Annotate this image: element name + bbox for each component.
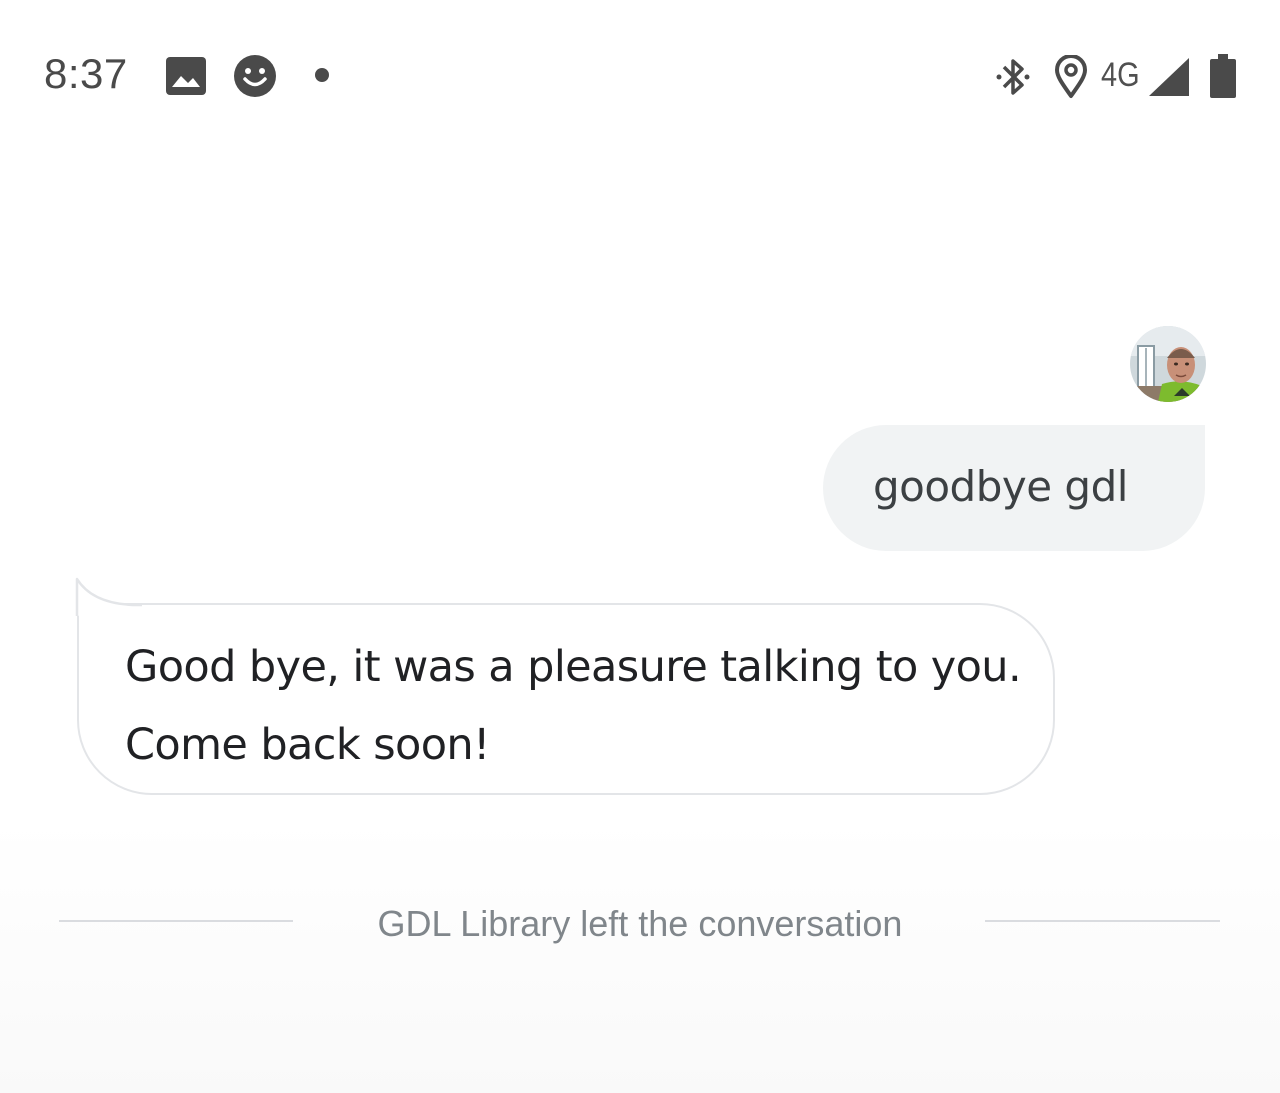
- battery-icon: [1210, 54, 1236, 98]
- status-time: 8:37: [44, 50, 128, 97]
- status-bar: 8:37 4G: [0, 0, 1280, 150]
- user-avatar: [1130, 326, 1206, 402]
- bluetooth-icon: [996, 59, 1030, 95]
- location-icon: [1055, 55, 1087, 98]
- notification-dot-icon: [315, 68, 329, 82]
- divider-right: [985, 920, 1220, 922]
- avatar-photo: [1130, 326, 1206, 402]
- divider-left: [59, 920, 293, 922]
- incoming-bubble-tail: [75, 577, 143, 616]
- signal-icon: [1149, 58, 1189, 96]
- smiley-icon: [234, 55, 276, 97]
- system-message: GDL Library left the conversation: [377, 903, 903, 944]
- image-icon: [166, 57, 206, 95]
- incoming-message-text: Good bye, it was a pleasure talking to y…: [125, 642, 1022, 770]
- network-type-label: 4G: [1101, 56, 1140, 94]
- outgoing-message-text: goodbye gdl: [873, 462, 1128, 511]
